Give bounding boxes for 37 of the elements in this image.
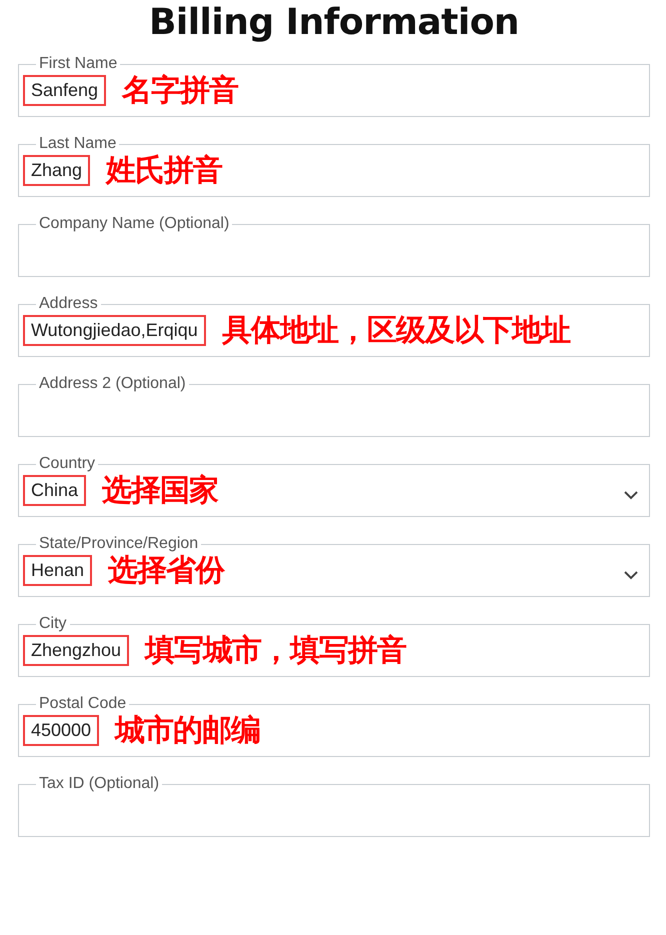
field-value: Zhang — [23, 155, 90, 186]
annotation-text: 选择国家 — [102, 472, 218, 510]
annotation-text: 姓氏拼音 — [106, 152, 222, 190]
input-field[interactable]: Last Name Zhang 姓氏拼音 — [18, 135, 650, 197]
field-label: Country — [38, 455, 96, 473]
dropdown-field[interactable]: State/Province/Region Henan 选择省份 — [18, 535, 650, 597]
input-field[interactable]: Company Name (Optional) — [18, 215, 650, 277]
field-label: Last Name — [38, 135, 118, 153]
input-field[interactable]: Postal Code 450000 城市的邮编 — [18, 695, 650, 757]
field-value: Henan — [23, 555, 92, 586]
input-field[interactable]: First Name Sanfeng 名字拼音 — [18, 55, 650, 117]
field-label: Tax ID (Optional) — [38, 775, 160, 793]
field-label: Postal Code — [38, 695, 128, 713]
annotation-text: 具体地址，区级及以下地址 — [222, 312, 570, 350]
field-label: State/Province/Region — [38, 535, 200, 553]
page-title: Billing Information — [148, 2, 520, 43]
annotation-text: 城市的邮编 — [115, 712, 260, 750]
field-value: Wutongjiedao,Erqiqu — [23, 315, 206, 346]
input-field[interactable]: Address 2 (Optional) — [18, 375, 650, 437]
field-value: Zhengzhou — [23, 635, 130, 666]
field-value: Sanfeng — [23, 75, 106, 106]
field-value: China — [23, 475, 86, 506]
field-label: First Name — [38, 55, 118, 73]
field-label: Address — [38, 295, 99, 313]
annotation-text: 名字拼音 — [122, 72, 238, 110]
annotation-text: 选择省份 — [108, 552, 224, 590]
annotation-text: 填写城市，填写拼音 — [145, 632, 406, 670]
input-field[interactable]: Address Wutongjiedao,Erqiqu 具体地址，区级及以下地址 — [18, 295, 650, 357]
chevron-down-icon[interactable] — [623, 570, 639, 580]
input-field[interactable]: City Zhengzhou 填写城市，填写拼音 — [18, 615, 650, 677]
field-label: City — [38, 615, 68, 633]
field-value: 450000 — [23, 715, 100, 746]
field-label: Company Name (Optional) — [38, 215, 230, 233]
field-label: Address 2 (Optional) — [38, 375, 187, 393]
dropdown-field[interactable]: Country China 选择国家 — [18, 455, 650, 517]
input-field[interactable]: Tax ID (Optional) — [18, 775, 650, 837]
chevron-down-icon[interactable] — [623, 490, 639, 500]
